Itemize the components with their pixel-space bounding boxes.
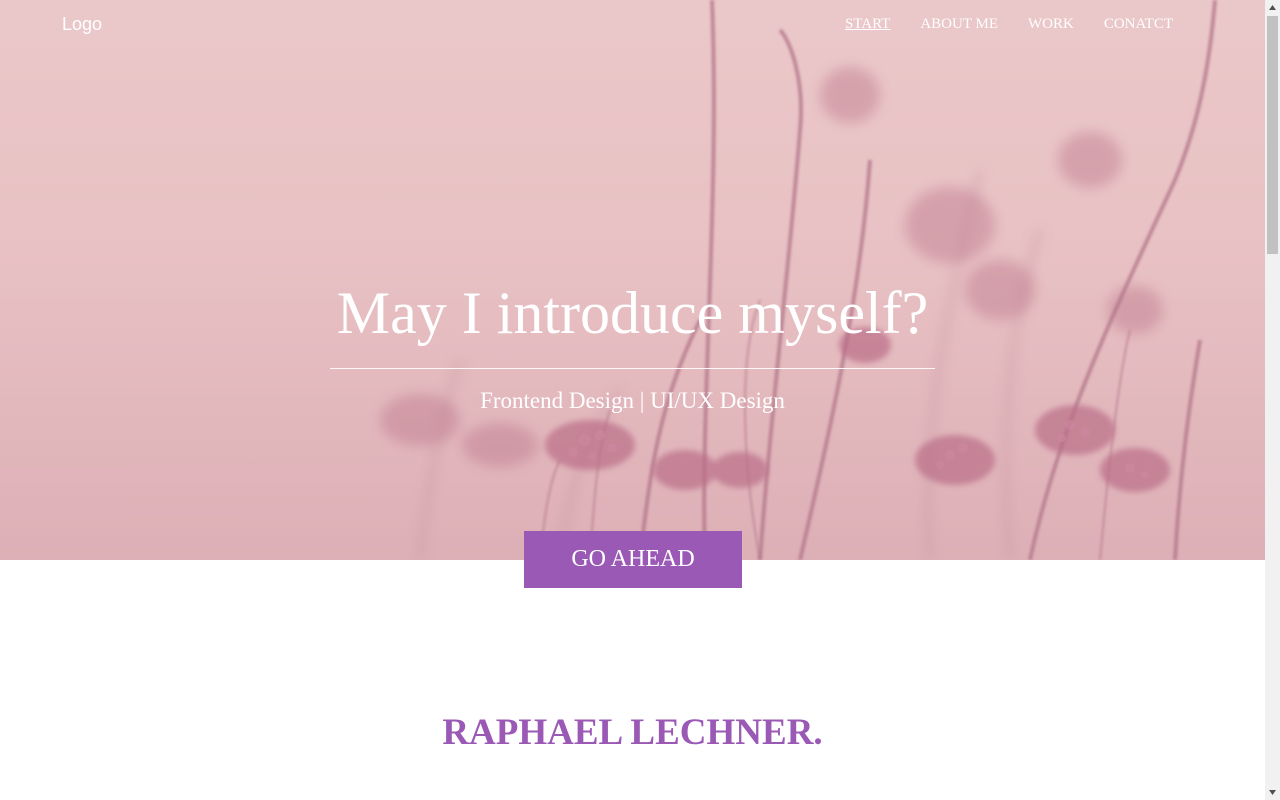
nav-item-work[interactable]: WORK xyxy=(1028,16,1074,33)
hero-divider xyxy=(330,368,935,369)
scrollbar-thumb[interactable] xyxy=(1267,16,1278,254)
go-ahead-button[interactable]: GO AHEAD xyxy=(524,531,742,588)
hero-subtitle: Frontend Design | UI/UX Design xyxy=(480,388,785,413)
vertical-scrollbar[interactable] xyxy=(1265,0,1280,800)
hero-section: Logo START ABOUT ME WORK CONATCT May I i… xyxy=(0,0,1265,560)
nav-item-contact[interactable]: CONATCT xyxy=(1104,16,1173,33)
triangle-up-icon[interactable] xyxy=(1265,0,1280,15)
nav-item-about-me[interactable]: ABOUT ME xyxy=(920,16,998,33)
owner-name-heading: RAPHAEL LECHNER. xyxy=(442,712,823,753)
hero-title: May I introduce myself? xyxy=(336,280,929,346)
page: Logo START ABOUT ME WORK CONATCT May I i… xyxy=(0,0,1265,800)
logo[interactable]: Logo xyxy=(62,14,102,35)
nav-item-start[interactable]: START xyxy=(845,16,890,33)
main-nav: START ABOUT ME WORK CONATCT xyxy=(845,16,1173,33)
triangle-down-icon[interactable] xyxy=(1265,785,1280,800)
